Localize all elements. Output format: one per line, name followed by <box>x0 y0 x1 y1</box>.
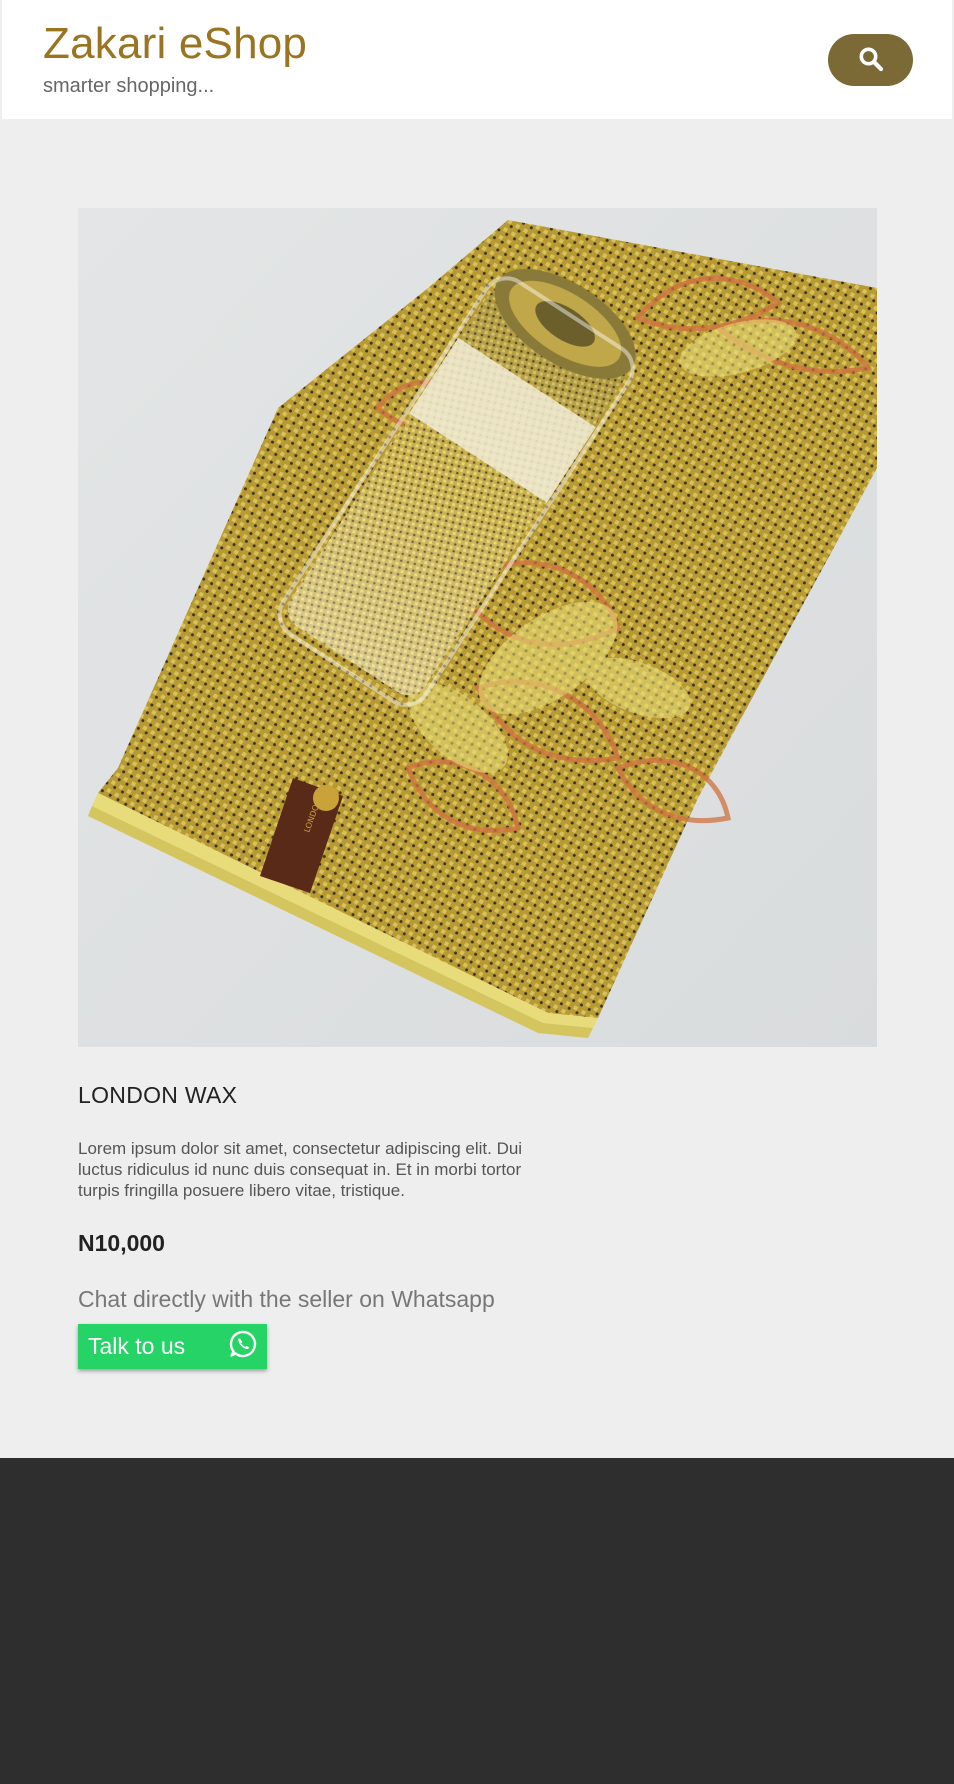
talk-to-us-label: Talk to us <box>88 1333 186 1359</box>
brand-title[interactable]: Zakari eShop <box>43 19 307 68</box>
talk-to-us-button[interactable]: Talk to us <box>78 1324 267 1369</box>
search-icon <box>858 46 884 75</box>
product-image: LONDON WAX <box>78 208 877 1047</box>
site-footer <box>0 1458 954 1784</box>
brand-tagline: smarter shopping... <box>43 75 215 97</box>
site-header: Zakari eShop smarter shopping... <box>2 0 952 119</box>
product-price: N10,000 <box>78 1230 165 1256</box>
whatsapp-chat-prompt: Chat directly with the seller on Whatsap… <box>78 1286 495 1312</box>
product-name: LONDON WAX <box>78 1082 238 1108</box>
product-description: Lorem ipsum dolor sit amet, consectetur … <box>78 1139 523 1200</box>
product-section: LONDON WAX LONDON WAX Lorem ipsum dolor … <box>2 119 952 1458</box>
search-button[interactable] <box>828 34 913 86</box>
whatsapp-icon <box>228 1329 258 1365</box>
page: Zakari eShop smarter shopping... LONDON … <box>0 0 954 1784</box>
